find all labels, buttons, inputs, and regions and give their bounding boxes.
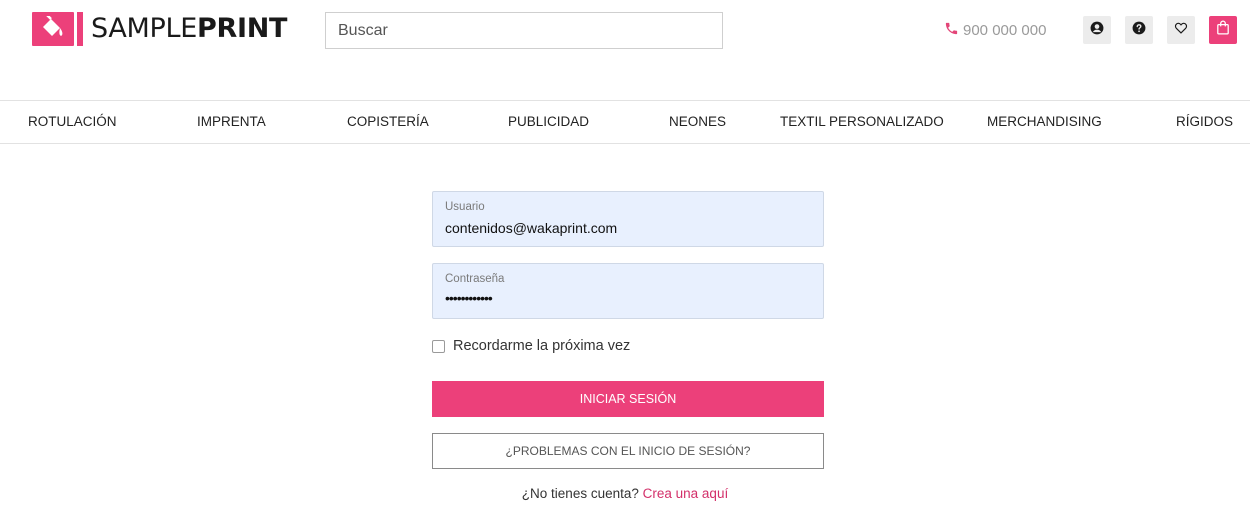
cart-button[interactable] [1209,16,1237,44]
brand-name-bold: PRINT [197,13,288,44]
brand-name: SAMPLEPRINT [91,12,287,46]
signup-prompt: ¿No tienes cuenta? Crea una aquí [0,486,1250,501]
login-button[interactable]: INICIAR SESIÓN [432,381,824,417]
nav-item-copisteria[interactable]: COPISTERÍA [347,101,429,143]
phone-icon [944,21,959,40]
remember-checkbox[interactable] [432,339,445,353]
remember-label: Recordarme la próxima vez [453,338,631,354]
create-account-link[interactable]: Crea una aquí [643,486,729,501]
main-navigation: ROTULACIÓN IMPRENTA COPISTERÍA PUBLICIDA… [0,100,1250,144]
paint-bucket-icon [32,12,74,46]
nav-item-textil-personalizado[interactable]: TEXTIL PERSONALIZADO [780,101,944,143]
nav-item-imprenta[interactable]: IMPRENTA [197,101,266,143]
phone-number: 900 000 000 [963,21,1047,39]
logo-bar [77,12,83,46]
username-field[interactable]: Usuario [432,191,824,247]
heart-icon [1174,21,1188,40]
nav-item-publicidad[interactable]: PUBLICIDAD [508,101,589,143]
brand-logo[interactable]: SAMPLEPRINT [32,12,287,46]
account-button[interactable] [1083,16,1111,44]
login-problems-button[interactable]: ¿PROBLEMAS CON EL INICIO DE SESIÓN? [432,433,824,469]
nav-item-rotulacion[interactable]: ROTULACIÓN [28,101,117,143]
shopping-bag-icon [1216,20,1230,40]
nav-item-merchandising[interactable]: MERCHANDISING [987,101,1102,143]
help-button[interactable] [1125,16,1153,44]
question-icon [1132,21,1146,40]
nav-item-neones[interactable]: NEONES [669,101,726,143]
username-input[interactable] [445,220,805,236]
wishlist-button[interactable] [1167,16,1195,44]
password-input[interactable]: •••••••••••• [445,290,493,306]
phone-contact[interactable]: 900 000 000 [944,18,1046,42]
username-label: Usuario [445,201,485,213]
nav-item-rigidos[interactable]: RÍGIDOS [1176,101,1233,143]
user-icon [1090,21,1104,40]
remember-me[interactable]: Recordarme la próxima vez [432,337,630,355]
no-account-text: ¿No tienes cuenta? [521,486,639,501]
search-input[interactable] [325,12,723,49]
password-field[interactable]: Contraseña •••••••••••• [432,263,824,319]
password-label: Contraseña [445,273,505,285]
brand-name-light: SAMPLE [91,13,197,44]
